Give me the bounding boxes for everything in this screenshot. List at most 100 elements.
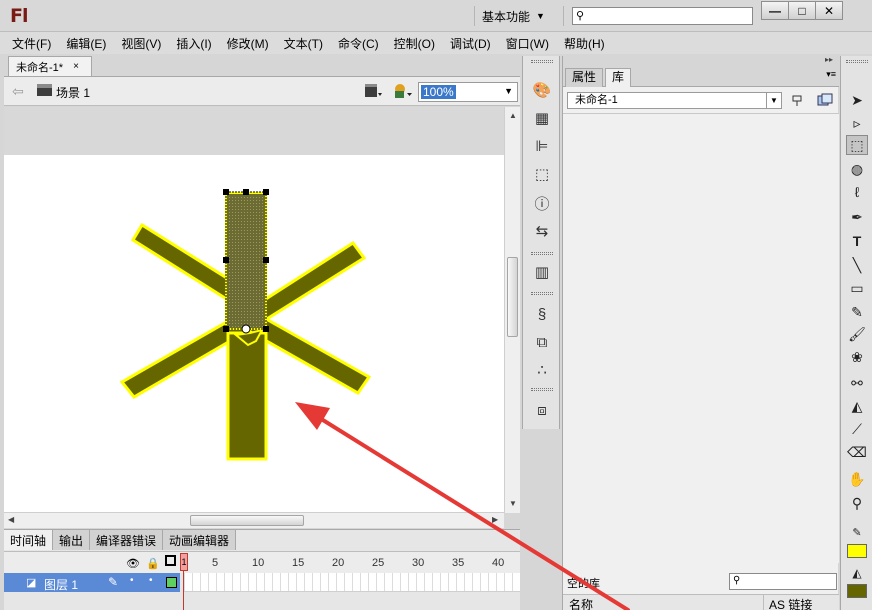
lock-icon[interactable]: 🔒 <box>146 557 160 570</box>
menu-window[interactable]: 窗口(W) <box>506 35 549 52</box>
actions-panel-icon[interactable]: § <box>532 304 552 324</box>
menu-insert[interactable]: 插入(I) <box>176 35 211 52</box>
menu-text[interactable]: 文本(T) <box>284 35 323 52</box>
layer-row[interactable]: ◪ 图层 1 ✎ • • <box>4 573 180 592</box>
pen-tool-icon[interactable]: ✒ <box>846 207 868 227</box>
components-panel-icon[interactable]: ▥ <box>532 262 552 282</box>
eraser-tool-icon[interactable]: ⌫ <box>846 442 868 462</box>
library-search-input[interactable]: ⚲ <box>729 573 837 590</box>
selection-tool-icon[interactable]: ➤ <box>846 90 868 110</box>
frame-number: 40 <box>492 557 505 569</box>
zoom-select[interactable]: 100% ▼ <box>418 82 518 102</box>
subselection-tool-icon[interactable]: ▹ <box>846 113 868 133</box>
pin-library-icon[interactable] <box>791 93 805 107</box>
tab-library[interactable]: 库 <box>605 68 632 87</box>
project-panel-icon[interactable]: ⧈ <box>532 400 552 420</box>
eyedropper-tool-icon[interactable]: ⟋ <box>846 419 868 439</box>
tab-motion-editor[interactable]: 动画编辑器 <box>163 530 237 550</box>
menu-control[interactable]: 控制(O) <box>394 35 435 52</box>
edit-symbols-icon[interactable] <box>392 82 412 100</box>
eye-icon[interactable]: 👁 <box>126 557 140 570</box>
scroll-thumb[interactable] <box>190 515 304 526</box>
panel-menu-icon[interactable]: ▾≡ <box>826 69 836 80</box>
scroll-thumb[interactable] <box>507 257 518 337</box>
menu-file[interactable]: 文件(F) <box>12 35 51 52</box>
movie-explorer-icon[interactable]: ⇆ <box>532 221 552 241</box>
maximize-button[interactable]: □ <box>788 1 816 20</box>
minimize-button[interactable]: — <box>761 1 789 20</box>
zoom-value: 100% <box>421 85 456 99</box>
hand-tool-icon[interactable]: ✋ <box>846 469 868 489</box>
fill-color-swatch[interactable] <box>847 584 867 598</box>
color-panel-icon[interactable]: 🎨 <box>532 80 552 100</box>
3d-rotation-tool-icon[interactable]: ◍ <box>846 159 868 179</box>
workspace-switcher[interactable]: 基本功能 ▼ <box>482 7 545 25</box>
current-frame: 1 <box>180 553 188 571</box>
frames-row[interactable] <box>184 573 520 592</box>
maximize-icon: □ <box>798 3 806 18</box>
scroll-down-icon[interactable]: ▼ <box>509 499 517 508</box>
stroke-color-swatch[interactable] <box>847 544 867 558</box>
dock-grip[interactable] <box>531 252 553 255</box>
dock-grip[interactable] <box>531 60 553 63</box>
dock-grip[interactable] <box>846 60 868 63</box>
column-name[interactable]: 名称 <box>569 596 593 610</box>
vertical-scrollbar[interactable]: ▲ ▼ <box>504 107 520 513</box>
playhead[interactable]: 1 <box>180 553 188 610</box>
menu-view[interactable]: 视图(V) <box>121 35 161 52</box>
lock-dot[interactable]: • <box>149 575 153 586</box>
tab-timeline[interactable]: 时间轴 <box>4 530 54 550</box>
visible-dot[interactable]: • <box>130 575 134 586</box>
stage[interactable] <box>4 155 504 527</box>
edit-scene-icon[interactable] <box>364 83 382 99</box>
search-icon: ⚲ <box>576 10 585 22</box>
document-tab[interactable]: 未命名-1* × <box>8 56 92 76</box>
menu-help[interactable]: 帮助(H) <box>564 35 605 52</box>
transform-panel-icon[interactable]: ⬚ <box>532 164 552 184</box>
horizontal-scrollbar[interactable]: ◀ ▶ <box>4 512 504 528</box>
info-panel-icon[interactable]: ⓘ <box>532 193 552 213</box>
column-separator <box>763 595 764 610</box>
motion-presets-icon[interactable]: ∴ <box>532 360 552 380</box>
lasso-tool-icon[interactable]: ℓ <box>846 182 868 202</box>
title-bar: Fl 基本功能 ▼ ⚲ — □ ✕ <box>0 0 872 32</box>
tab-compiler-errors[interactable]: 编译器错误 <box>90 530 164 550</box>
code-snippets-icon[interactable]: ⧉ <box>532 332 552 352</box>
menu-debug[interactable]: 调试(D) <box>450 35 491 52</box>
menu-modify[interactable]: 修改(M) <box>227 35 269 52</box>
deco-tool-icon[interactable]: ❀ <box>846 347 868 367</box>
menu-edit[interactable]: 编辑(E) <box>66 35 106 52</box>
outline-icon[interactable] <box>165 555 176 566</box>
help-search-input[interactable]: ⚲ <box>572 7 753 25</box>
panel-collapse-bar[interactable]: ▸▸ <box>563 56 839 66</box>
outline-color-swatch[interactable] <box>166 577 177 588</box>
transform-handle <box>223 257 229 263</box>
brush-tool-icon[interactable]: 🖌 <box>846 324 868 344</box>
swatches-panel-icon[interactable]: ▦ <box>532 108 552 128</box>
rectangle-tool-icon[interactable]: ▭ <box>846 278 868 298</box>
close-button[interactable]: ✕ <box>815 1 843 20</box>
dock-grip[interactable] <box>531 388 553 391</box>
text-tool-icon[interactable]: T <box>846 231 868 251</box>
pencil-tool-icon[interactable]: ✎ <box>846 302 868 322</box>
column-linkage[interactable]: AS 链接 <box>769 596 812 610</box>
scroll-left-icon[interactable]: ◀ <box>8 515 14 524</box>
bone-tool-icon[interactable]: ⚯ <box>846 373 868 393</box>
close-tab-icon[interactable]: × <box>73 61 79 72</box>
align-panel-icon[interactable]: ⊫ <box>532 136 552 156</box>
scene-name: 场景 1 <box>56 86 91 100</box>
back-arrow-icon[interactable]: ⇦ <box>12 83 24 100</box>
dock-grip[interactable] <box>531 292 553 295</box>
scroll-right-icon[interactable]: ▶ <box>492 515 498 524</box>
scroll-up-icon[interactable]: ▲ <box>509 111 517 120</box>
free-transform-tool-icon[interactable]: ⬚ <box>846 135 868 155</box>
library-document-value: 未命名-1 <box>575 94 618 106</box>
zoom-tool-icon[interactable]: ⚲ <box>846 493 868 513</box>
library-document-select[interactable]: 未命名-1 ▼ <box>567 92 782 109</box>
line-tool-icon[interactable]: ╲ <box>846 255 868 275</box>
paint-bucket-tool-icon[interactable]: ◭ <box>846 396 868 416</box>
tab-properties[interactable]: 属性 <box>565 68 604 87</box>
new-library-panel-icon[interactable] <box>817 93 833 107</box>
menu-commands[interactable]: 命令(C) <box>338 35 379 52</box>
tab-output[interactable]: 输出 <box>53 530 91 550</box>
